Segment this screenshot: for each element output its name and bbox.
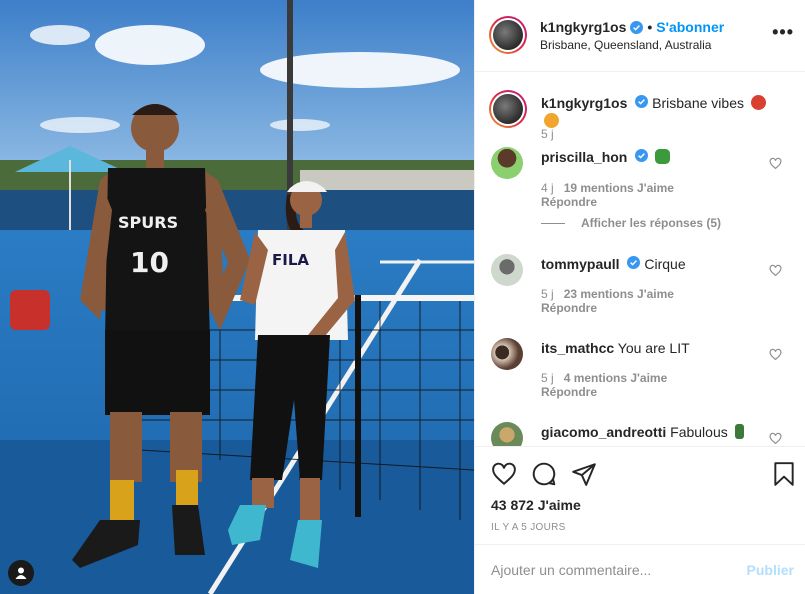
- shamrock-emoji: [655, 149, 671, 164]
- heart-icon[interactable]: [491, 461, 517, 487]
- separator-dot: •: [647, 19, 653, 35]
- comment-row: tommypaull Cirque 5 j 23 mentions J'aime …: [475, 254, 805, 324]
- likes-count[interactable]: 43 872 J'aime: [491, 497, 581, 513]
- comment-username[interactable]: tommypaull: [541, 256, 620, 272]
- comment-like-icon[interactable]: [769, 432, 782, 445]
- tagged-people-button[interactable]: [8, 560, 34, 586]
- more-options-button[interactable]: •••: [772, 22, 794, 43]
- comment-likes[interactable]: 4 mentions J'aime: [564, 371, 668, 385]
- reply-button[interactable]: Répondre: [541, 385, 597, 399]
- comment-row: priscilla_hon 4 j 19 mentions J'aime Répo…: [475, 147, 805, 247]
- comment-text: Fabulous: [670, 424, 728, 440]
- publish-button[interactable]: Publier: [747, 562, 794, 578]
- comment-row: giacomo_andreotti Fabulous: [475, 422, 805, 446]
- tiger-face-emoji: [544, 113, 559, 128]
- comment-like-icon[interactable]: [769, 264, 782, 277]
- comment-username[interactable]: its_mathcc: [541, 340, 614, 356]
- paper-plane-icon[interactable]: [571, 461, 597, 487]
- author-avatar[interactable]: [489, 16, 527, 54]
- verified-badge-icon: [627, 256, 641, 269]
- author-username[interactable]: k1ngkyrg1os: [540, 19, 626, 35]
- comment-input[interactable]: [491, 559, 731, 581]
- jersey-number: 10: [130, 246, 169, 279]
- shirt-text: FILA: [272, 251, 309, 269]
- caption-text: Brisbane vibes: [652, 95, 744, 111]
- post-photo[interactable]: SPURS 10 FILA: [0, 0, 474, 594]
- bottle-emoji: [734, 424, 744, 439]
- caption-username[interactable]: k1ngkyrg1os: [541, 95, 627, 111]
- comment-like-icon[interactable]: [769, 157, 782, 170]
- comments-list: k1ngkyrg1os Brisbane vibes 5 j priscilla…: [475, 73, 805, 446]
- verified-badge-icon: [630, 20, 644, 34]
- caption: k1ngkyrg1os Brisbane vibes 5 j: [475, 73, 805, 143]
- commenter-avatar[interactable]: [491, 254, 523, 286]
- commenter-avatar[interactable]: [491, 338, 523, 370]
- jersey-text: SPURS: [118, 213, 178, 232]
- comment-likes[interactable]: 19 mentions J'aime: [564, 181, 674, 195]
- comment-time: 4 j: [541, 181, 554, 195]
- caption-time: 5 j: [541, 127, 554, 141]
- show-replies-label: Afficher les réponses (5): [581, 216, 722, 230]
- comment-username[interactable]: giacomo_andreotti: [541, 424, 666, 440]
- verified-badge-icon: [635, 149, 649, 162]
- comment-likes[interactable]: 23 mentions J'aime: [564, 287, 674, 301]
- commenter-avatar[interactable]: [491, 147, 523, 179]
- comment-time: 5 j: [541, 371, 554, 385]
- comment-like-icon[interactable]: [769, 348, 782, 361]
- reply-button[interactable]: Répondre: [541, 301, 597, 315]
- caption-avatar[interactable]: [489, 90, 527, 128]
- post-location[interactable]: Brisbane, Queensland, Australia: [540, 38, 711, 52]
- person-icon: [15, 567, 27, 579]
- reply-button[interactable]: Répondre: [541, 195, 597, 209]
- comment-icon[interactable]: [531, 461, 557, 487]
- add-comment-bar: Publier: [475, 544, 805, 594]
- follow-button[interactable]: S'abonner: [656, 19, 724, 35]
- bookmark-icon[interactable]: [771, 461, 797, 487]
- tennis-court-photo: SPURS 10 FILA: [0, 0, 474, 594]
- post-actions: 43 872 J'aime IL Y A 5 JOURS: [475, 446, 805, 544]
- angry-face-emoji: [750, 95, 766, 110]
- comment-row: its_mathcc You are LIT 5 j 4 mentions J'a…: [475, 338, 805, 408]
- commenter-avatar[interactable]: [491, 422, 523, 446]
- post-timestamp: IL Y A 5 JOURS: [491, 522, 566, 533]
- comment-text: You are LIT: [617, 340, 690, 356]
- comment-text: Cirque: [644, 256, 686, 272]
- comment-username[interactable]: priscilla_hon: [541, 149, 627, 165]
- post-header: k1ngkyrg1os • S'abonner Brisbane, Queens…: [475, 0, 805, 72]
- post-sidebar: k1ngkyrg1os • S'abonner Brisbane, Queens…: [474, 0, 805, 594]
- verified-badge-icon: [635, 95, 649, 108]
- comment-time: 5 j: [541, 287, 554, 301]
- show-replies-button[interactable]: Afficher les réponses (5): [541, 216, 721, 230]
